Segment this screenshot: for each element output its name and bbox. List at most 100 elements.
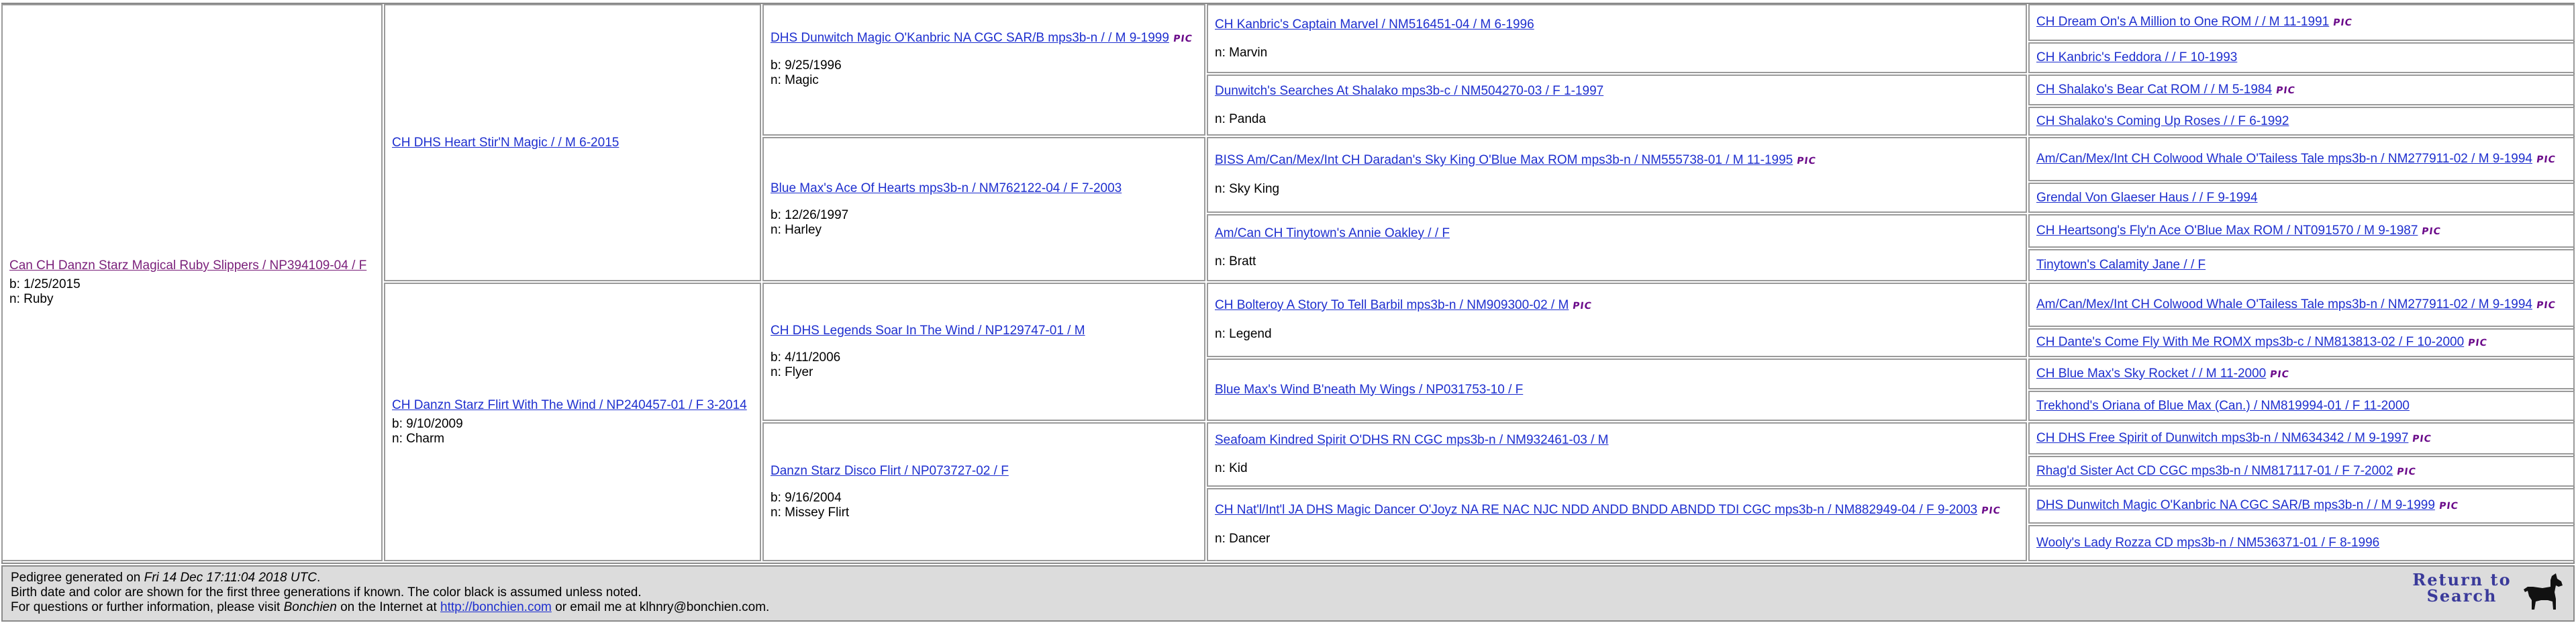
gen5-cell: Am/Can/Mex/Int CH Colwood Whale O'Tailes… <box>2028 137 2575 181</box>
footer-line3: For questions or further information, pl… <box>11 600 770 614</box>
dam-link[interactable]: CH Danzn Starz Flirt With The Wind / NP2… <box>392 398 753 413</box>
gen4-cell: Dunwitch's Searches At Shalako mps3b-c /… <box>1207 75 2027 136</box>
gen5-link[interactable]: Wooly's Lady Rozza CD mps3b-n / NM536371… <box>2036 536 2567 550</box>
gen5-cell: CH Heartsong's Fly'n Ace O'Blue Max ROM … <box>2028 214 2575 248</box>
photo-icon[interactable]: PIC <box>1172 32 1193 46</box>
photo-icon[interactable]: PIC <box>2269 367 2291 382</box>
gen5-link[interactable]: CH Blue Max's Sky Rocket / / M 11-2000 <box>2036 367 2266 381</box>
gen3-birth: b: 4/11/2006 <box>771 350 841 365</box>
subject-birth: b: 1/25/2015 <box>9 277 81 291</box>
gen5-link[interactable]: CH Dream On's A Million to One ROM / / M… <box>2036 15 2329 29</box>
gen5-link[interactable]: DHS Dunwitch Magic O'Kanbric NA CGC SAR/… <box>2036 498 2435 512</box>
gen4-link[interactable]: CH Kanbric's Captain Marvel / NM516451-0… <box>1215 17 2019 32</box>
gen5-link[interactable]: CH Dante's Come Fly With Me ROMX mps3b-c… <box>2036 335 2464 349</box>
footer-line1: Pedigree generated on Fri 14 Dec 17:11:0… <box>11 571 321 585</box>
gen4-link[interactable]: Dunwitch's Searches At Shalako mps3b-c /… <box>1215 84 2019 99</box>
gen5-cell: CH Shalako's Bear Cat ROM / / M 5-1984 PI… <box>2028 75 2575 105</box>
photo-icon[interactable]: PIC <box>1572 299 1593 314</box>
gen4-nickname: n: Legend <box>1215 327 1272 341</box>
return-to-search-button[interactable]: Return to Search <box>2408 572 2516 604</box>
gen4-nickname: n: Panda <box>1215 111 1267 126</box>
bonchien-link[interactable]: http://bonchien.com <box>440 600 552 614</box>
subject-link[interactable]: Can CH Danzn Starz Magical Ruby Slippers… <box>9 258 375 273</box>
gen3-link[interactable]: CH DHS Legends Soar In The Wind / NP1297… <box>771 324 1197 338</box>
gen5-link[interactable]: Tinytown's Calamity Jane / / F <box>2036 258 2567 273</box>
photo-icon[interactable]: PIC <box>2421 224 2442 239</box>
gen4-link[interactable]: Seafoam Kindred Spirit O'DHS RN CGC mps3… <box>1215 433 2019 448</box>
photo-icon[interactable]: PIC <box>2535 298 2557 313</box>
brand-name: Bonchien <box>283 600 337 614</box>
gen5-cell: Wooly's Lady Rozza CD mps3b-n / NM536371… <box>2028 525 2575 561</box>
photo-icon[interactable]: PIC <box>2275 83 2297 98</box>
gen5-link[interactable]: Rhag'd Sister Act CD CGC mps3b-n / NM817… <box>2036 464 2393 478</box>
subject-cell: Can CH Danzn Starz Magical Ruby Slippers… <box>1 4 383 561</box>
gen3-cell: Blue Max's Ace Of Hearts mps3b-n / NM762… <box>762 137 1205 281</box>
photo-icon[interactable]: PIC <box>2396 465 2418 479</box>
footer-line2: Birth date and color are shown for the f… <box>11 585 642 600</box>
gen4-nickname: n: Sky King <box>1215 182 1280 196</box>
gen4-cell: CH Bolteroy A Story To Tell Barbil mps3b… <box>1207 283 2027 357</box>
generated-date: Fri 14 Dec 17:11:04 2018 UTC <box>144 571 317 585</box>
photo-icon[interactable]: PIC <box>2438 499 2459 514</box>
gen4-link[interactable]: CH Nat'l/Int'l JA DHS Magic Dancer O'Joy… <box>1215 503 1977 517</box>
gen5-link[interactable]: CH DHS Free Spirit of Dunwitch mps3b-n /… <box>2036 431 2408 445</box>
gen3-birth: b: 9/16/2004 <box>771 490 842 505</box>
gen5-cell: CH Blue Max's Sky Rocket / / M 11-2000 PI… <box>2028 358 2575 389</box>
gen4-cell: Am/Can CH Tinytown's Annie Oakley / / F … <box>1207 214 2027 281</box>
gen5-cell: Tinytown's Calamity Jane / / F <box>2028 249 2575 281</box>
photo-icon[interactable]: PIC <box>2535 152 2557 167</box>
gen4-cell: CH Nat'l/Int'l JA DHS Magic Dancer O'Joy… <box>1207 488 2027 561</box>
gen5-link[interactable]: CH Kanbric's Feddora / / F 10-1993 <box>2036 50 2567 65</box>
gen5-cell: Trekhond's Oriana of Blue Max (Can.) / N… <box>2028 391 2575 421</box>
dam-birth: b: 9/10/2009 <box>392 416 463 431</box>
gen5-cell: CH DHS Free Spirit of Dunwitch mps3b-n /… <box>2028 422 2575 454</box>
gen5-link[interactable]: Grendal Von Glaeser Haus / / F 9-1994 <box>2036 191 2567 205</box>
dam-cell: CH Danzn Starz Flirt With The Wind / NP2… <box>384 283 761 561</box>
gen3-link[interactable]: Blue Max's Ace Of Hearts mps3b-n / NM762… <box>771 181 1197 196</box>
gen5-link[interactable]: CH Shalako's Bear Cat ROM / / M 5-1984 <box>2036 83 2272 97</box>
gen3-cell: DHS Dunwitch Magic O'Kanbric NA CGC SAR/… <box>762 4 1205 136</box>
gen3-cell: Danzn Starz Disco Flirt / NP073727-02 / … <box>762 422 1205 561</box>
gen4-cell: Blue Max's Wind B'neath My Wings / NP031… <box>1207 358 2027 421</box>
gen5-cell: Am/Can/Mex/Int CH Colwood Whale O'Tailes… <box>2028 283 2575 327</box>
gen5-cell: CH Dante's Come Fly With Me ROMX mps3b-c… <box>2028 328 2575 357</box>
gen5-link[interactable]: Am/Can/Mex/Int CH Colwood Whale O'Tailes… <box>2036 152 2532 166</box>
photo-icon[interactable]: PIC <box>2467 336 2489 350</box>
gen3-nickname: n: Missey Flirt <box>771 505 850 520</box>
dam-nickname: n: Charm <box>392 431 445 446</box>
sire-link[interactable]: CH DHS Heart Stir'N Magic / / M 6-2015 <box>392 136 753 150</box>
photo-icon[interactable]: PIC <box>2412 432 2433 446</box>
gen4-cell: BISS Am/Can/Mex/Int CH Daradan's Sky Kin… <box>1207 137 2027 213</box>
footer: Pedigree generated on Fri 14 Dec 17:11:0… <box>1 565 2575 622</box>
gen5-link[interactable]: CH Shalako's Coming Up Roses / / F 6-199… <box>2036 114 2567 129</box>
sire-cell: CH DHS Heart Stir'N Magic / / M 6-2015 <box>384 4 761 281</box>
dog-silhouette-icon[interactable] <box>2522 572 2565 612</box>
gen3-nickname: n: Flyer <box>771 365 813 379</box>
gen3-cell: CH DHS Legends Soar In The Wind / NP1297… <box>762 283 1205 421</box>
gen4-nickname: n: Kid <box>1215 461 1248 475</box>
gen3-nickname: n: Magic <box>771 73 819 87</box>
gen4-nickname: n: Bratt <box>1215 254 1256 269</box>
gen4-link[interactable]: BISS Am/Can/Mex/Int CH Daradan's Sky Kin… <box>1215 153 1793 167</box>
subject-nickname: n: Ruby <box>9 292 54 306</box>
gen5-cell: CH Dream On's A Million to One ROM / / M… <box>2028 4 2575 41</box>
gen4-cell: Seafoam Kindred Spirit O'DHS RN CGC mps3… <box>1207 422 2027 487</box>
gen3-link[interactable]: Danzn Starz Disco Flirt / NP073727-02 / … <box>771 464 1197 479</box>
gen5-cell: Rhag'd Sister Act CD CGC mps3b-n / NM817… <box>2028 456 2575 487</box>
gen4-link[interactable]: CH Bolteroy A Story To Tell Barbil mps3b… <box>1215 298 1569 312</box>
gen3-link[interactable]: DHS Dunwitch Magic O'Kanbric NA CGC SAR/… <box>771 31 1169 45</box>
gen5-link[interactable]: Am/Can/Mex/Int CH Colwood Whale O'Tailes… <box>2036 297 2532 312</box>
gen5-link[interactable]: CH Heartsong's Fly'n Ace O'Blue Max ROM … <box>2036 224 2418 238</box>
gen4-link[interactable]: Am/Can CH Tinytown's Annie Oakley / / F <box>1215 226 2019 241</box>
photo-icon[interactable]: PIC <box>2332 15 2354 30</box>
photo-icon[interactable]: PIC <box>1796 154 1818 169</box>
gen3-birth: b: 9/25/1996 <box>771 58 842 73</box>
gen3-birth: b: 12/26/1997 <box>771 207 849 222</box>
gen5-cell: DHS Dunwitch Magic O'Kanbric NA CGC SAR/… <box>2028 488 2575 524</box>
gen4-nickname: n: Marvin <box>1215 45 1268 60</box>
gen3-nickname: n: Harley <box>771 222 822 237</box>
gen5-cell: CH Kanbric's Feddora / / F 10-1993 <box>2028 42 2575 73</box>
photo-icon[interactable]: PIC <box>1981 504 2002 518</box>
gen5-link[interactable]: Trekhond's Oriana of Blue Max (Can.) / N… <box>2036 399 2567 414</box>
gen4-link[interactable]: Blue Max's Wind B'neath My Wings / NP031… <box>1215 383 2019 397</box>
